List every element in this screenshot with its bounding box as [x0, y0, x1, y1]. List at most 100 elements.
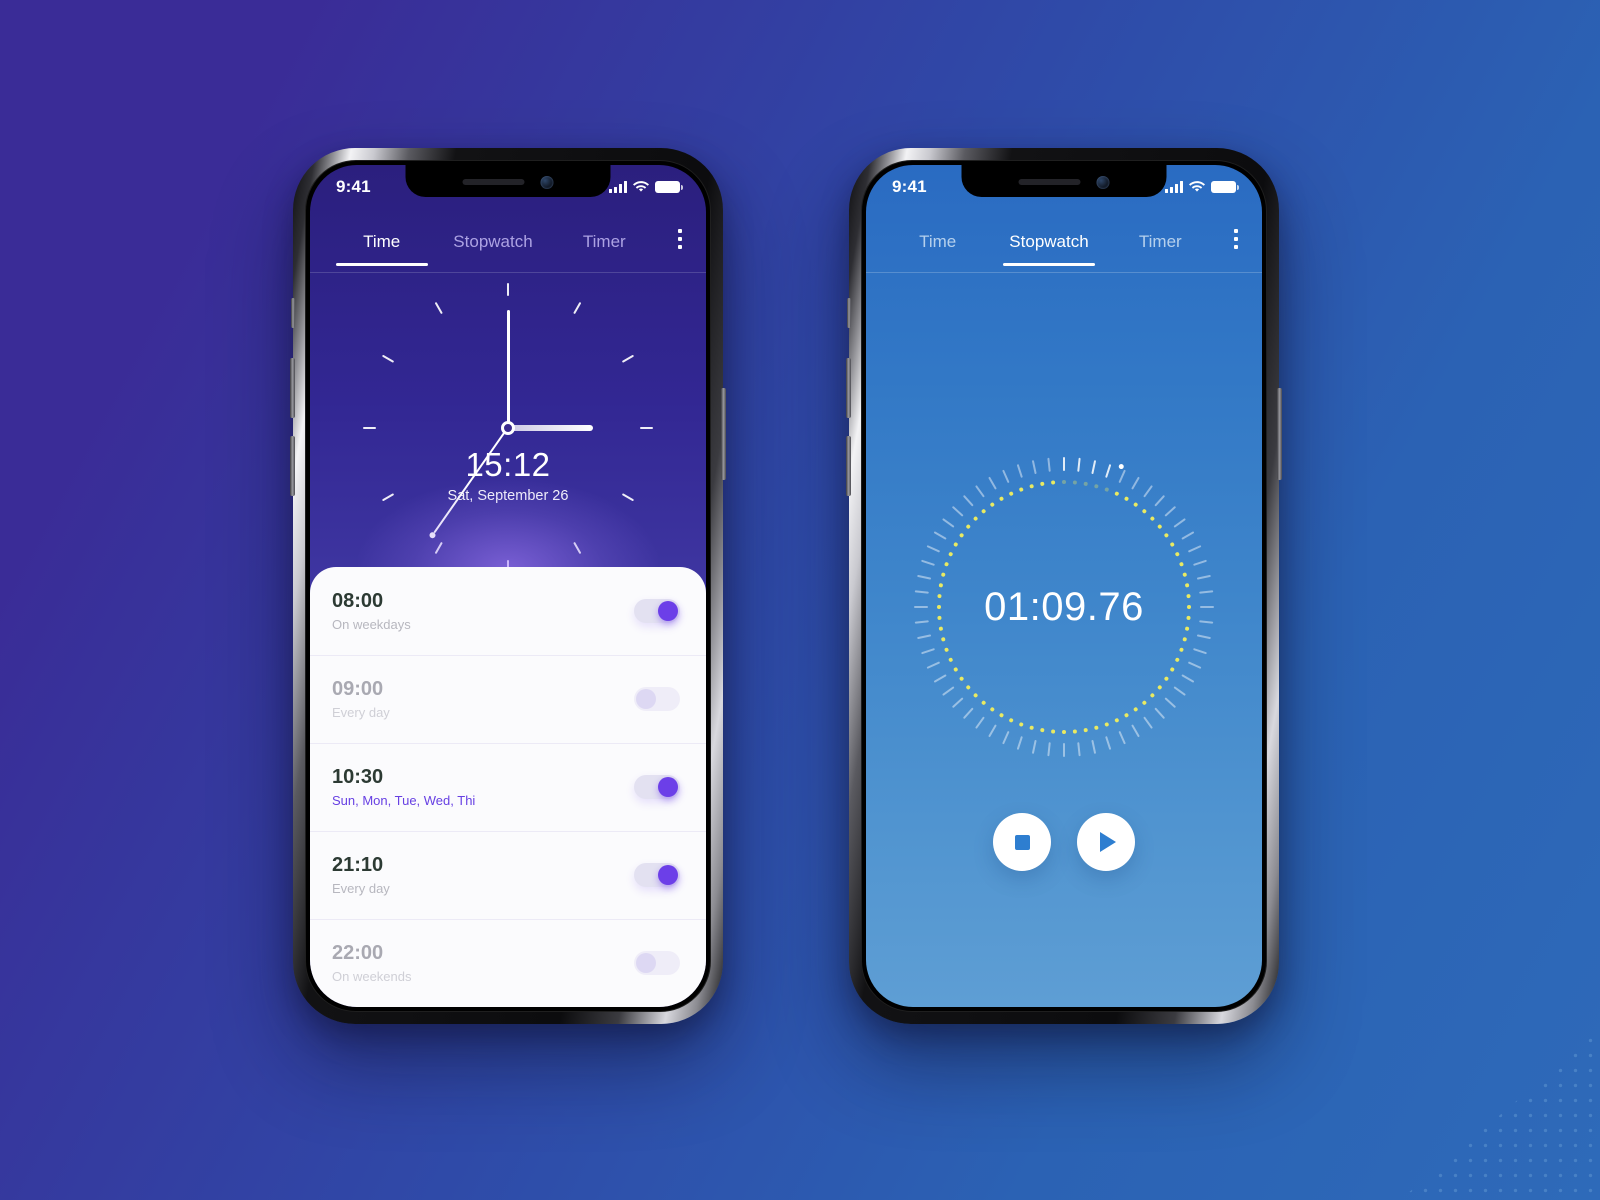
tab-stopwatch-label: Stopwatch — [453, 232, 533, 251]
mute-switch[interactable] — [291, 298, 295, 328]
alarm-repeat: Sun, Mon, Tue, Wed, Thi — [332, 793, 476, 808]
time-screen: 9:41 Time Stopwatch Timer 15:12 Sat, Sep… — [310, 165, 706, 1007]
toggle-knob — [636, 689, 656, 709]
alarm-info: 21:10 Every day — [332, 854, 390, 896]
speaker-grille — [1018, 179, 1081, 185]
alarm-repeat: On weekdays — [332, 617, 411, 632]
digital-date: Sat, September 26 — [447, 487, 569, 504]
wifi-icon — [1189, 181, 1205, 192]
kebab-menu-icon[interactable] — [660, 229, 700, 261]
toggle-knob — [636, 953, 656, 973]
wifi-icon — [633, 181, 649, 192]
tab-stopwatch-label: Stopwatch — [1009, 232, 1089, 251]
tab-active-indicator — [1002, 263, 1095, 266]
clock-readout: 15:12 Sat, September 26 — [363, 446, 653, 504]
clock-hour-hand — [508, 425, 593, 431]
tab-timer-label: Timer — [582, 232, 626, 251]
alarm-row[interactable]: 09:00 Every day — [310, 655, 706, 743]
alarm-toggle[interactable] — [634, 951, 680, 975]
digital-time: 15:12 — [465, 446, 551, 483]
tab-bar-divider — [310, 272, 706, 273]
phone-bezel: 9:41 Time — [305, 160, 711, 1012]
status-bar-icons — [1165, 177, 1239, 193]
alarm-repeat: Every day — [332, 705, 390, 720]
play-icon — [1100, 832, 1116, 852]
alarm-info: 10:30 Sun, Mon, Tue, Wed, Thi — [332, 766, 475, 808]
clock-tick — [435, 302, 509, 429]
tab-stopwatch[interactable]: Stopwatch — [993, 224, 1104, 266]
alarm-toggle[interactable] — [634, 775, 680, 799]
alarm-list: 08:00 On weekdays 09:00 Every day 10:30 … — [310, 567, 706, 1007]
clock-tick — [507, 302, 581, 429]
tab-bar-divider — [866, 272, 1262, 273]
phone-mockup-stopwatch: 9:41 Time Stopwatch Timer 01:09.76 — [846, 148, 1282, 1024]
tab-bar-stopwatch: Time Stopwatch Timer — [866, 217, 1262, 273]
alarm-info: 09:00 Every day — [332, 678, 390, 720]
clock-tick — [382, 355, 509, 429]
alarm-repeat: On weekends — [332, 969, 412, 984]
tab-time-label: Time — [919, 232, 957, 251]
tab-bar-time: Time Stopwatch Timer — [310, 217, 706, 273]
stopwatch-screen: 9:41 Time Stopwatch Timer 01:09.76 — [866, 165, 1262, 1007]
status-bar-icons — [609, 177, 683, 193]
alarm-time: 08:00 — [332, 590, 384, 612]
play-button[interactable] — [1077, 813, 1135, 871]
screenshot-stage: 9:41 Time Stopwatch Timer 15:12 Sat, Sep… — [0, 0, 1600, 1200]
volume-up-button[interactable] — [846, 358, 851, 418]
status-bar-time: 9:41 — [892, 177, 927, 196]
alarm-row[interactable]: 22:00 On weekends — [310, 919, 706, 1007]
tab-time[interactable]: Time — [882, 224, 993, 266]
tab-timer[interactable]: Timer — [1105, 224, 1216, 266]
notch — [405, 165, 611, 197]
alarm-row[interactable]: 21:10 Every day — [310, 831, 706, 919]
front-camera-icon — [1096, 175, 1110, 189]
notch — [961, 165, 1167, 197]
analog-clock: 15:12 Sat, September 26 — [363, 283, 653, 573]
alarm-time: 10:30 — [332, 766, 384, 788]
alarm-toggle[interactable] — [634, 863, 680, 887]
battery-icon — [1211, 181, 1239, 193]
stopwatch-elapsed: 01:09.76 — [984, 584, 1144, 629]
stopwatch-controls — [866, 813, 1262, 871]
alarm-info: 22:00 On weekends — [332, 942, 412, 984]
battery-icon — [655, 181, 683, 193]
tab-active-indicator — [335, 263, 428, 266]
alarm-time: 22:00 — [332, 942, 384, 964]
volume-up-button[interactable] — [290, 358, 295, 418]
mute-switch[interactable] — [847, 298, 851, 328]
alarm-repeat: Every day — [332, 881, 390, 896]
toggle-knob — [658, 865, 678, 885]
alarm-info: 08:00 On weekdays — [332, 590, 411, 632]
kebab-menu-icon[interactable] — [1216, 229, 1256, 261]
clock-center-hub — [501, 421, 515, 435]
alarm-row[interactable]: 10:30 Sun, Mon, Tue, Wed, Thi — [310, 743, 706, 831]
status-bar-time: 9:41 — [336, 177, 371, 196]
alarm-toggle[interactable] — [634, 687, 680, 711]
tab-time-label: Time — [363, 232, 401, 251]
signal-icon — [609, 181, 627, 193]
signal-icon — [1165, 181, 1183, 193]
stopwatch-dial: 01:09.76 — [914, 457, 1214, 757]
tab-time[interactable]: Time — [326, 224, 437, 266]
dot-triangle-decoration — [1400, 1030, 1600, 1200]
phone-mockup-time: 9:41 Time Stopwatch Timer 15:12 Sat, Sep… — [290, 148, 726, 1024]
alarm-time: 21:10 — [332, 854, 384, 876]
toggle-knob — [658, 777, 678, 797]
power-button[interactable] — [1277, 388, 1282, 480]
volume-down-button[interactable] — [290, 436, 295, 496]
clock-minute-hand — [506, 310, 510, 428]
speaker-grille — [462, 179, 525, 185]
volume-down-button[interactable] — [846, 436, 851, 496]
alarm-row[interactable]: 08:00 On weekdays — [310, 567, 706, 655]
toggle-knob — [658, 601, 678, 621]
alarm-time: 09:00 — [332, 678, 384, 700]
tab-timer[interactable]: Timer — [549, 224, 660, 266]
stop-button[interactable] — [993, 813, 1051, 871]
tab-stopwatch[interactable]: Stopwatch — [437, 224, 548, 266]
phone-bezel: 9:41 Time — [861, 160, 1267, 1012]
clock-tick — [363, 427, 508, 429]
power-button[interactable] — [721, 388, 726, 480]
stop-icon — [1014, 834, 1030, 850]
front-camera-icon — [540, 175, 554, 189]
alarm-toggle[interactable] — [634, 599, 680, 623]
